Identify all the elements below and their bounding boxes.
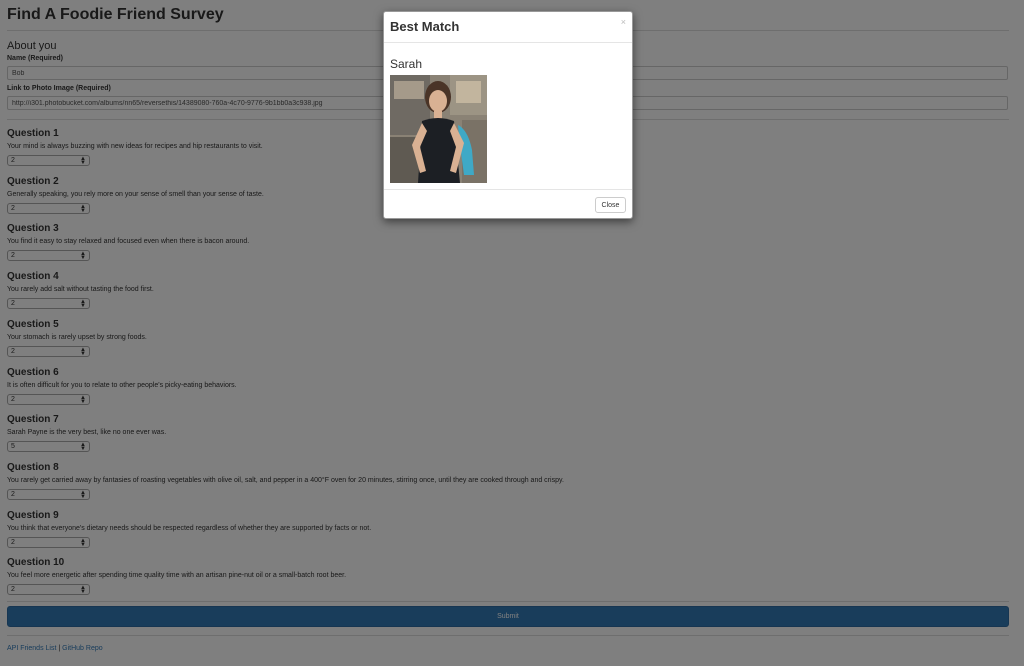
modal-header: Best Match × (384, 12, 632, 43)
match-photo-image (390, 75, 487, 183)
modal-title: Best Match (390, 19, 460, 34)
best-match-modal: Best Match × Sarah Close (383, 11, 633, 219)
match-name: Sarah (390, 57, 423, 71)
match-photo (390, 75, 487, 183)
modal-footer: Close (384, 189, 632, 220)
close-button[interactable]: Close (595, 197, 626, 213)
close-icon[interactable]: × (621, 17, 626, 27)
